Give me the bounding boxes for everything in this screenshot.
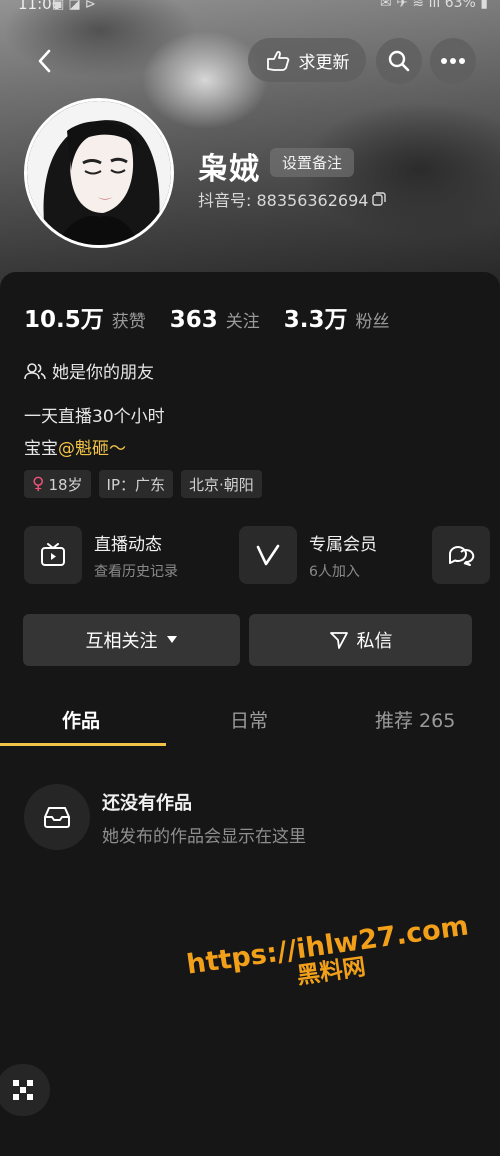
member-entry-title: 专属会员	[309, 534, 377, 555]
relation-row: 她是你的朋友	[24, 358, 154, 383]
tag-age-text: 18岁	[48, 475, 83, 494]
content-tabs: 作品 日常 推荐 265	[0, 700, 500, 748]
profile-name: 枭娀	[198, 152, 260, 187]
stat-following[interactable]: 363 关注	[170, 307, 260, 333]
friends-icon	[24, 362, 46, 379]
live-entry-subtitle: 查看历史记录	[94, 563, 178, 580]
battery-level: 63%	[444, 0, 476, 11]
more-dots-icon	[441, 58, 465, 64]
inbox-tray-icon	[44, 807, 70, 828]
stat-following-value: 363	[169, 307, 218, 333]
chat-bubbles-icon	[449, 546, 475, 566]
stat-likes-value: 10.5万	[24, 307, 104, 333]
live-history-entry[interactable]: 直播动态 查看历史记录	[24, 526, 178, 584]
avatar[interactable]	[24, 98, 174, 248]
bio-line-2-prefix: 宝宝	[24, 439, 58, 459]
request-update-button[interactable]: 求更新	[248, 38, 366, 82]
empty-state-title: 还没有作品	[102, 793, 192, 814]
tab-daily[interactable]: 日常	[230, 706, 268, 733]
douyin-id[interactable]: 抖音号: 88356362694	[198, 187, 387, 211]
set-remark-button[interactable]: 设置备注	[270, 148, 355, 177]
hand-point-icon	[266, 51, 289, 71]
female-icon: ♀	[32, 474, 45, 494]
stat-followers-label: 粉丝	[355, 312, 390, 332]
empty-inbox-circle	[24, 784, 90, 850]
profile-stats: 10.5万 获赞 363 关注 3.3万 粉丝	[24, 300, 414, 334]
member-entry-subtitle: 6人加入	[309, 563, 360, 580]
mutual-follow-button[interactable]: 互相关注	[23, 614, 240, 666]
bio-line-2: 宝宝@魁砸～	[24, 434, 126, 459]
status-right: ✉ ✈ ≋ ıll 63% ▮	[380, 0, 488, 11]
tag-location: 北京·朝阳	[181, 470, 262, 498]
empty-state-subtitle: 她发布的作品会显示在这里	[102, 827, 306, 847]
more-button[interactable]	[430, 38, 476, 84]
signal-icons: ✉ ✈ ≋ ıll	[380, 0, 445, 11]
floating-scan-button[interactable]	[0, 1064, 50, 1116]
search-button[interactable]	[376, 38, 422, 84]
request-update-label: 求更新	[298, 52, 350, 73]
stat-likes-label: 获赞	[111, 312, 146, 332]
search-icon	[388, 50, 410, 72]
stat-likes[interactable]: 10.5万 获赞	[24, 300, 146, 334]
chevron-left-icon	[38, 49, 51, 73]
avatar-illustration	[27, 101, 171, 245]
chat-icon-box	[432, 526, 490, 584]
active-tab-indicator	[0, 743, 166, 746]
mutual-follow-label: 互相关注	[85, 631, 158, 652]
copy-icon[interactable]	[372, 192, 387, 206]
vip-v-icon	[256, 544, 280, 566]
douyin-id-text: 抖音号: 88356362694	[198, 191, 369, 210]
live-icon-box	[24, 526, 82, 584]
live-entry-title: 直播动态	[94, 534, 162, 555]
tab-recommended[interactable]: 推荐 265	[375, 706, 455, 733]
message-label: 私信	[356, 631, 393, 652]
caret-down-icon	[166, 636, 177, 643]
tag-age: ♀ 18岁	[24, 470, 91, 498]
stat-following-label: 关注	[225, 312, 260, 332]
tag-ip: IP：广东	[98, 470, 174, 498]
group-chat-entry[interactable]	[432, 526, 490, 584]
tv-live-icon	[41, 543, 65, 566]
bio-line-1: 一天直播30个小时	[24, 407, 165, 427]
stat-followers[interactable]: 3.3万 粉丝	[284, 300, 390, 334]
status-notification-icons: ▣ ◪ ⊳	[52, 0, 96, 12]
message-button[interactable]: 私信	[249, 614, 472, 666]
member-icon-box	[239, 526, 297, 584]
stat-followers-value: 3.3万	[283, 307, 348, 333]
tab-works[interactable]: 作品	[62, 706, 100, 733]
battery-icon: ▮	[475, 0, 488, 11]
profile-tags: ♀ 18岁 IP：广东 北京·朝阳	[24, 470, 262, 498]
status-bar: 11:06 ▣ ◪ ⊳ ✉ ✈ ≋ ıll 63% ▮	[0, 0, 500, 15]
member-entry[interactable]: 专属会员 6人加入	[239, 526, 377, 584]
back-button[interactable]	[26, 42, 64, 80]
pixel-grid-icon	[13, 1080, 33, 1100]
relation-text: 她是你的朋友	[52, 363, 154, 383]
send-icon	[329, 632, 348, 649]
bio-mention-link[interactable]: @魁砸～	[58, 439, 126, 459]
